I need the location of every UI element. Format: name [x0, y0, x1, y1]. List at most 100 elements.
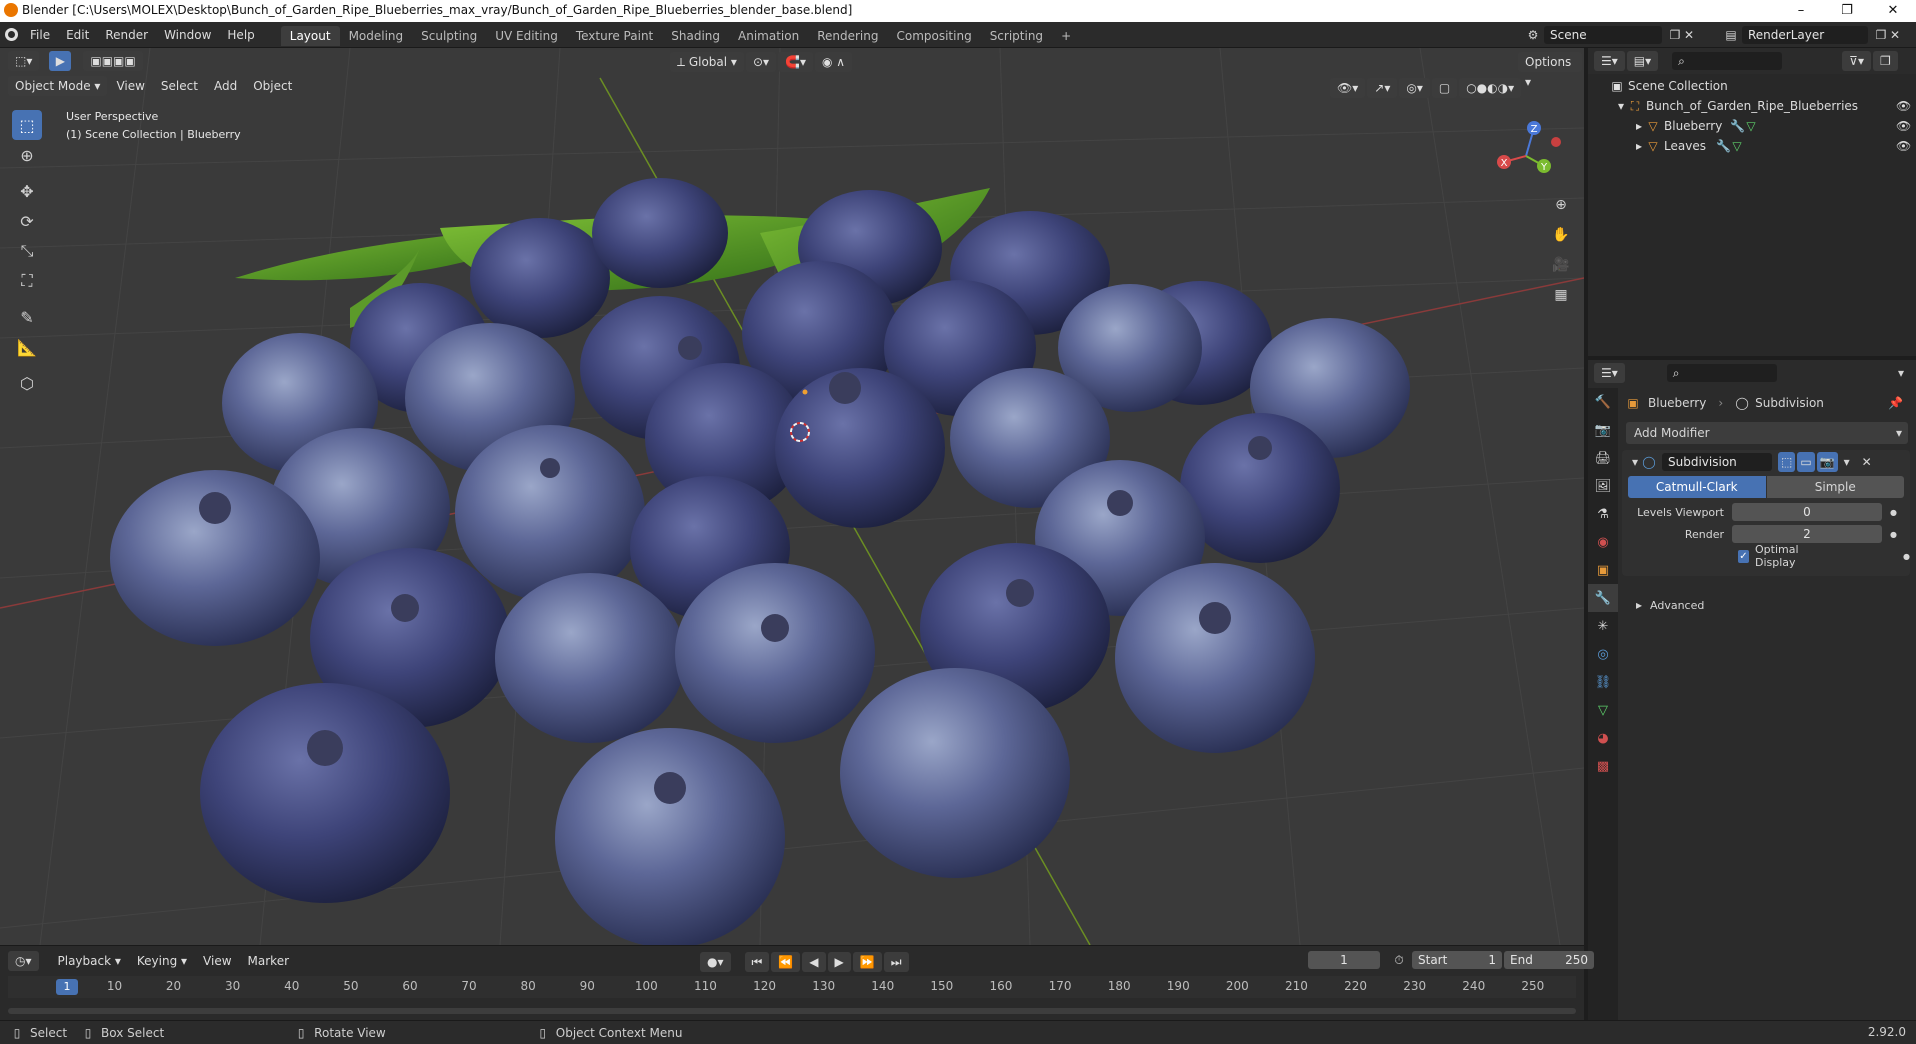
material-tab-icon[interactable]: ◕: [1588, 724, 1618, 752]
record-keyframe-icon[interactable]: ●▾: [700, 952, 731, 972]
modifier-wrench-icon[interactable]: 🔧: [1716, 139, 1731, 153]
scale-tool-icon[interactable]: ⤡: [12, 236, 42, 266]
transform-tool-icon[interactable]: ⛶: [12, 266, 42, 296]
dropdown-icon[interactable]: ▾: [1894, 366, 1908, 380]
world-tab-icon[interactable]: ◉: [1588, 528, 1618, 556]
timeline-menu-marker[interactable]: Marker: [241, 951, 296, 971]
menu-edit[interactable]: Edit: [58, 22, 97, 48]
gizmo-toggle-icon[interactable]: ↗▾: [1367, 78, 1398, 98]
remove-layer-icon[interactable]: ✕: [1888, 28, 1902, 42]
properties-editor-type-icon[interactable]: ☰▾: [1594, 363, 1625, 383]
new-collection-icon[interactable]: ❐: [1872, 51, 1898, 71]
cursor-tool-icon[interactable]: ⊕: [12, 140, 42, 170]
tab-shading[interactable]: Shading: [662, 26, 729, 46]
timeline-menu-playback[interactable]: Playback ▾: [51, 951, 128, 971]
shading-mode-icon[interactable]: ○●◐◑▾: [1459, 78, 1522, 98]
visibility-eye-icon[interactable]: 👁: [1896, 119, 1911, 133]
select-box-tool-icon[interactable]: ⬚: [12, 110, 42, 140]
tab-scripting[interactable]: Scripting: [981, 26, 1052, 46]
viewport-toggle-icon[interactable]: ▭: [1797, 452, 1815, 472]
outliner-item-blueberry[interactable]: ▸ ▽ Blueberry 🔧 ▽ 👁: [1588, 116, 1916, 136]
modifier-menu-icon[interactable]: ▾: [1840, 455, 1854, 469]
advanced-subpanel-header[interactable]: ▸ Advanced: [1632, 596, 1704, 614]
menu-file[interactable]: File: [22, 22, 58, 48]
tab-sculpting[interactable]: Sculpting: [412, 26, 486, 46]
visibility-eye-icon[interactable]: 👁: [1896, 99, 1911, 113]
tab-uv-editing[interactable]: UV Editing: [486, 26, 567, 46]
prev-keyframe-icon[interactable]: ⏪: [771, 952, 801, 972]
new-scene-icon[interactable]: ❐: [1668, 28, 1682, 42]
pan-hand-icon[interactable]: ✋: [1548, 222, 1574, 248]
pin-icon[interactable]: 📌: [1888, 396, 1903, 410]
zoom-icon[interactable]: ⊕: [1548, 192, 1574, 218]
select-tool-icon[interactable]: ▶: [49, 51, 72, 71]
data-tab-icon[interactable]: ▽: [1588, 696, 1618, 724]
viewport-menu-add[interactable]: Add: [207, 76, 244, 96]
levels-viewport-field[interactable]: 0: [1732, 503, 1882, 521]
outliner-item-leaves[interactable]: ▸ ▽ Leaves 🔧 ▽ 👁: [1588, 136, 1916, 156]
modifier-name-input[interactable]: Subdivision: [1662, 453, 1772, 471]
tab-compositing[interactable]: Compositing: [887, 26, 980, 46]
filter-icon[interactable]: ⊽▾: [1842, 51, 1871, 71]
modifier-wrench-icon[interactable]: 🔧: [1730, 119, 1745, 133]
timeline-editor-type-icon[interactable]: ◷▾: [8, 951, 39, 971]
end-frame-field[interactable]: End 250: [1504, 951, 1594, 969]
play-icon[interactable]: ▶: [827, 952, 851, 972]
render-tab-icon[interactable]: 📷: [1588, 416, 1618, 444]
navigation-gizmo[interactable]: Z Y X: [1486, 114, 1566, 194]
visibility-icon[interactable]: 👁▾: [1330, 78, 1366, 98]
particles-tab-icon[interactable]: ✳: [1588, 612, 1618, 640]
next-keyframe-icon[interactable]: ⏩: [852, 952, 882, 972]
timeline-menu-view[interactable]: View: [196, 951, 238, 971]
render-toggle-icon[interactable]: 📷: [1816, 452, 1838, 472]
xray-toggle-icon[interactable]: ▢: [1431, 78, 1458, 98]
output-tab-icon[interactable]: 🖨: [1588, 444, 1618, 472]
pivot-point-button[interactable]: ⊙▾: [745, 52, 777, 72]
catmull-clark-button[interactable]: Catmull-Clark: [1628, 476, 1766, 498]
outliner-editor-type-icon[interactable]: ☰▾: [1594, 51, 1625, 71]
ortho-grid-icon[interactable]: ▦: [1548, 282, 1574, 308]
new-layer-icon[interactable]: ❐: [1874, 28, 1888, 42]
jump-end-icon[interactable]: ⏭: [883, 952, 909, 972]
expand-arrow-icon[interactable]: ▾: [1614, 99, 1628, 113]
expand-arrow-icon[interactable]: ▸: [1632, 119, 1646, 133]
constraints-tab-icon[interactable]: ⛓: [1588, 668, 1618, 696]
tab-modeling[interactable]: Modeling: [340, 26, 413, 46]
add-cube-tool-icon[interactable]: ⬡: [12, 368, 42, 398]
restore-button[interactable]: ❐: [1824, 0, 1870, 22]
selection-mode-buttons[interactable]: ▣▣▣▣: [83, 51, 143, 71]
proportional-edit-button[interactable]: ◉ ∧: [815, 52, 853, 72]
tab-layout[interactable]: Layout: [280, 26, 340, 46]
physics-tab-icon[interactable]: ◎: [1588, 640, 1618, 668]
simple-button[interactable]: Simple: [1766, 476, 1904, 498]
view-layer-tab-icon[interactable]: 🖼: [1588, 472, 1618, 500]
mesh-data-icon[interactable]: ▽: [1744, 119, 1758, 133]
annotate-tool-icon[interactable]: ✎: [12, 302, 42, 332]
texture-tab-icon[interactable]: ▩: [1588, 752, 1618, 780]
play-reverse-icon[interactable]: ◀: [802, 952, 826, 972]
display-mode-icon[interactable]: ▤▾: [1626, 51, 1659, 71]
collapse-arrow-icon[interactable]: ▾: [1628, 455, 1642, 469]
modifier-tab-icon[interactable]: 🔧: [1588, 584, 1618, 612]
menu-render[interactable]: Render: [97, 22, 156, 48]
expand-arrow-icon[interactable]: ▸: [1632, 598, 1646, 612]
playhead[interactable]: 1: [56, 979, 78, 995]
overlay-toggle-icon[interactable]: ◎▾: [1399, 78, 1430, 98]
camera-icon[interactable]: 🎥: [1548, 252, 1574, 278]
viewport-menu-select[interactable]: Select: [154, 76, 205, 96]
viewport-menu-view[interactable]: View: [109, 76, 151, 96]
move-tool-icon[interactable]: ✥: [12, 176, 42, 206]
timeline-menu-keying[interactable]: Keying ▾: [130, 951, 194, 971]
scene-tab-icon[interactable]: ⚗: [1588, 500, 1618, 528]
optimal-display-checkbox[interactable]: ✓: [1738, 549, 1749, 563]
minimize-button[interactable]: –: [1778, 0, 1824, 22]
tab-texture-paint[interactable]: Texture Paint: [567, 26, 662, 46]
expand-arrow-icon[interactable]: ▸: [1632, 139, 1646, 153]
timeline-scrollbar[interactable]: [8, 1008, 1576, 1014]
remove-scene-icon[interactable]: ✕: [1682, 28, 1696, 42]
scene-selector[interactable]: Scene: [1544, 26, 1662, 44]
add-workspace-button[interactable]: +: [1052, 26, 1080, 46]
menu-help[interactable]: Help: [219, 22, 262, 48]
options-button[interactable]: Options ▾: [1518, 52, 1582, 89]
render-layer-selector[interactable]: RenderLayer: [1742, 26, 1868, 44]
